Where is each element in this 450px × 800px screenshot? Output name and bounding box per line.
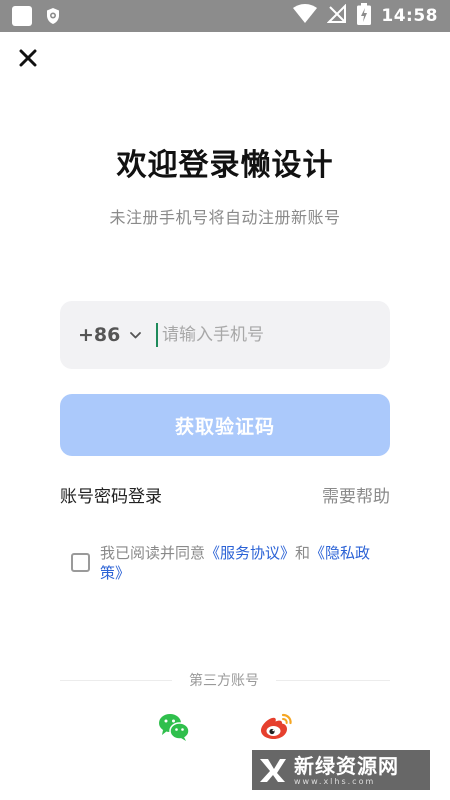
notification-app-icon [12, 6, 32, 26]
shield-icon [44, 6, 62, 26]
no-signal-icon [326, 3, 347, 28]
weibo-icon [261, 713, 292, 739]
country-code-selector[interactable]: +86 [78, 324, 156, 346]
agreement-checkbox[interactable] [71, 553, 90, 572]
divider [276, 680, 390, 681]
phone-input-container: +86 [60, 301, 390, 369]
phone-input[interactable] [162, 315, 372, 355]
watermark: 新绿资源网 www.xlhs.com [252, 750, 430, 790]
wifi-icon [293, 4, 318, 28]
watermark-text: 新绿资源网 [294, 753, 399, 778]
agreement-prefix: 我已阅读并同意 [100, 544, 206, 562]
help-link[interactable]: 需要帮助 [322, 482, 390, 507]
agreement-text: 我已阅读并同意《服务协议》和《隐私政策》 [100, 543, 390, 583]
chevron-down-icon [130, 331, 142, 338]
country-code: +86 [78, 324, 121, 346]
password-login-link[interactable]: 账号密码登录 [60, 482, 162, 507]
close-icon [19, 49, 37, 67]
status-time: 14:58 [381, 6, 438, 26]
divider [60, 680, 172, 681]
close-button[interactable] [14, 44, 42, 72]
wechat-login-button[interactable] [158, 712, 190, 742]
page-title: 欢迎登录懒设计 [116, 148, 334, 183]
wechat-icon [159, 714, 190, 741]
get-code-button[interactable]: 获取验证码 [60, 394, 390, 456]
weibo-login-button[interactable] [260, 712, 294, 742]
service-agreement-link[interactable]: 《服务协议》 [205, 544, 295, 562]
watermark-logo-icon [260, 759, 286, 782]
text-cursor [156, 323, 158, 347]
battery-charging-icon [357, 3, 372, 29]
status-bar: 14:58 [0, 0, 450, 32]
agreement-and: 和 [295, 544, 311, 562]
page-subtitle: 未注册手机号将自动注册新账号 [109, 208, 341, 227]
third-party-label: 第三方账号 [189, 673, 259, 689]
watermark-subtext: www.xlhs.com [294, 776, 376, 786]
